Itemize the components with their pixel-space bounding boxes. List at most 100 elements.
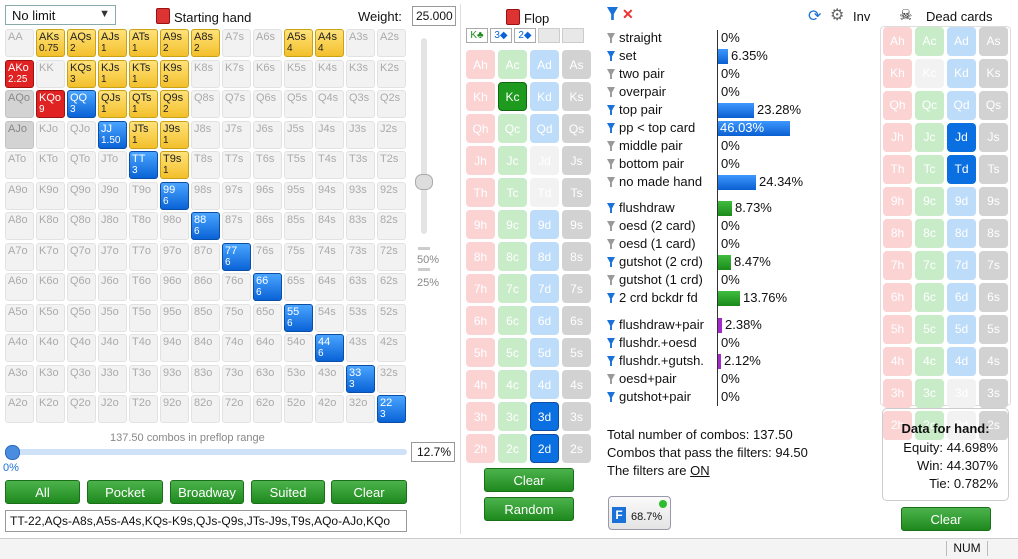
flop-card-8s[interactable]: 8s bbox=[562, 242, 591, 271]
dead-card-8c[interactable]: 8c bbox=[915, 219, 944, 248]
funnel-icon[interactable] bbox=[607, 87, 615, 97]
filter-row-gutshot-pair[interactable]: gutshot+pair bbox=[607, 388, 691, 406]
hand-cell-A8o[interactable]: A8o bbox=[5, 212, 34, 240]
hand-cell-82o[interactable]: 82o bbox=[191, 395, 220, 423]
filter-row-flushdraw[interactable]: flushdraw bbox=[607, 199, 675, 217]
inv-label[interactable]: Inv bbox=[853, 9, 870, 24]
hand-cell-32o[interactable]: 32o bbox=[346, 395, 375, 423]
hand-cell-88[interactable]: 88 6 bbox=[191, 212, 220, 240]
dead-card-Ah[interactable]: Ah bbox=[883, 27, 912, 56]
hand-cell-T2o[interactable]: T2o bbox=[129, 395, 158, 423]
hand-cell-QJo[interactable]: QJo bbox=[67, 120, 96, 149]
board-slot-5[interactable] bbox=[562, 28, 584, 43]
hand-cell-74o[interactable]: 74o bbox=[222, 334, 251, 362]
hand-cell-A7o[interactable]: A7o bbox=[5, 242, 34, 271]
hand-cell-KTs[interactable]: KTs 1 bbox=[129, 59, 158, 88]
hand-cell-K2s[interactable]: K2s bbox=[377, 59, 406, 88]
filter-row-oesd-2-card-[interactable]: oesd (2 card) bbox=[607, 217, 696, 235]
hand-cell-94s[interactable]: 94s bbox=[315, 181, 344, 210]
dead-card-6c[interactable]: 6c bbox=[915, 283, 944, 312]
pocket-button[interactable]: Pocket bbox=[87, 480, 163, 504]
hand-cell-T3s[interactable]: T3s bbox=[346, 151, 375, 179]
flop-card-2h[interactable]: 2h bbox=[466, 434, 495, 463]
hand-cell-Q2s[interactable]: Q2s bbox=[377, 90, 406, 118]
flop-card-Kh[interactable]: Kh bbox=[466, 82, 495, 111]
hand-cell-QTo[interactable]: QTo bbox=[67, 151, 96, 179]
hand-cell-J8o[interactable]: J8o bbox=[98, 212, 127, 240]
flop-card-Qh[interactable]: Qh bbox=[466, 114, 495, 143]
hand-cell-AKs[interactable]: AKs 0.75 bbox=[36, 29, 65, 57]
dead-clear-button[interactable]: Clear bbox=[901, 507, 991, 531]
dead-card-Ks[interactable]: Ks bbox=[979, 59, 1008, 88]
flop-card-6h[interactable]: 6h bbox=[466, 306, 495, 335]
filter-badge-button[interactable]: F 68.7% bbox=[608, 496, 671, 530]
dead-card-Kh[interactable]: Kh bbox=[883, 59, 912, 88]
flop-card-9c[interactable]: 9c bbox=[498, 210, 527, 239]
hand-cell-95s[interactable]: 95s bbox=[284, 181, 313, 210]
dead-card-7d[interactable]: 7d bbox=[947, 251, 976, 280]
flop-card-6c[interactable]: 6c bbox=[498, 306, 527, 335]
hand-cell-T8o[interactable]: T8o bbox=[129, 212, 158, 240]
funnel-icon[interactable] bbox=[607, 203, 615, 213]
hand-cell-J3s[interactable]: J3s bbox=[346, 120, 375, 149]
board-slot-3[interactable]: 2◆ bbox=[514, 28, 536, 43]
funnel-icon[interactable] bbox=[607, 356, 615, 366]
hand-cell-J6s[interactable]: J6s bbox=[253, 120, 282, 149]
hand-cell-K3s[interactable]: K3s bbox=[346, 59, 375, 88]
dead-card-Kd[interactable]: Kd bbox=[947, 59, 976, 88]
dead-card-Ac[interactable]: Ac bbox=[915, 27, 944, 56]
dead-card-Jh[interactable]: Jh bbox=[883, 123, 912, 152]
hand-cell-T8s[interactable]: T8s bbox=[191, 151, 220, 179]
hand-cell-JJ[interactable]: JJ 1.50 bbox=[98, 120, 127, 149]
funnel-icon[interactable] bbox=[607, 338, 615, 348]
hand-cell-T9s[interactable]: T9s 1 bbox=[160, 151, 189, 179]
dead-card-8d[interactable]: 8d bbox=[947, 219, 976, 248]
hand-cell-65o[interactable]: 65o bbox=[253, 303, 282, 332]
dead-card-6d[interactable]: 6d bbox=[947, 283, 976, 312]
hand-cell-92o[interactable]: 92o bbox=[160, 395, 189, 423]
hand-cell-J4o[interactable]: J4o bbox=[98, 334, 127, 362]
hand-cell-75o[interactable]: 75o bbox=[222, 303, 251, 332]
dead-card-Td[interactable]: Td bbox=[947, 155, 976, 184]
dead-card-7c[interactable]: 7c bbox=[915, 251, 944, 280]
filter-row-middle-pair[interactable]: middle pair bbox=[607, 137, 683, 155]
hand-cell-Q6o[interactable]: Q6o bbox=[67, 273, 96, 301]
hand-cell-J3o[interactable]: J3o bbox=[98, 364, 127, 393]
flop-card-Th[interactable]: Th bbox=[466, 178, 495, 207]
flop-card-4d[interactable]: 4d bbox=[530, 370, 559, 399]
hand-cell-J2o[interactable]: J2o bbox=[98, 395, 127, 423]
flop-card-Jh[interactable]: Jh bbox=[466, 146, 495, 175]
funnel-icon[interactable] bbox=[607, 141, 615, 151]
hand-cell-A3s[interactable]: A3s bbox=[346, 29, 375, 57]
dead-card-4d[interactable]: 4d bbox=[947, 347, 976, 376]
hand-cell-Q7o[interactable]: Q7o bbox=[67, 242, 96, 271]
weight-input[interactable]: 25.000 bbox=[412, 6, 456, 26]
hand-cell-87o[interactable]: 87o bbox=[191, 242, 220, 271]
flop-card-3s[interactable]: 3s bbox=[562, 402, 591, 431]
hand-cell-K2o[interactable]: K2o bbox=[36, 395, 65, 423]
hand-cell-T5o[interactable]: T5o bbox=[129, 303, 158, 332]
hand-cell-94o[interactable]: 94o bbox=[160, 334, 189, 362]
hand-cell-99[interactable]: 99 6 bbox=[160, 181, 189, 210]
hand-cell-85o[interactable]: 85o bbox=[191, 303, 220, 332]
hand-cell-62s[interactable]: 62s bbox=[377, 273, 406, 301]
refresh-icon[interactable]: ⟳ bbox=[808, 6, 821, 26]
board-slot-2[interactable]: 3◆ bbox=[490, 28, 512, 43]
hand-cell-Q4o[interactable]: Q4o bbox=[67, 334, 96, 362]
hand-cell-77[interactable]: 77 6 bbox=[222, 242, 251, 271]
funnel-icon[interactable] bbox=[607, 239, 615, 249]
hand-cell-74s[interactable]: 74s bbox=[315, 242, 344, 271]
filter-row-oesd-pair[interactable]: oesd+pair bbox=[607, 370, 676, 388]
filter-row-gutshot-2-crd-[interactable]: gutshot (2 crd) bbox=[607, 253, 703, 271]
hand-cell-T6o[interactable]: T6o bbox=[129, 273, 158, 301]
hand-cell-92s[interactable]: 92s bbox=[377, 181, 406, 210]
hand-cell-A8s[interactable]: A8s 2 bbox=[191, 29, 220, 57]
hand-cell-KQs[interactable]: KQs 3 bbox=[67, 59, 96, 88]
funnel-icon[interactable] bbox=[607, 105, 615, 115]
hand-cell-76s[interactable]: 76s bbox=[253, 242, 282, 271]
hand-cell-QTs[interactable]: QTs 1 bbox=[129, 90, 158, 118]
funnel-icon[interactable] bbox=[607, 221, 615, 231]
filter-row-set[interactable]: set bbox=[607, 47, 636, 65]
hand-cell-A2s[interactable]: A2s bbox=[377, 29, 406, 57]
hand-cell-93o[interactable]: 93o bbox=[160, 364, 189, 393]
